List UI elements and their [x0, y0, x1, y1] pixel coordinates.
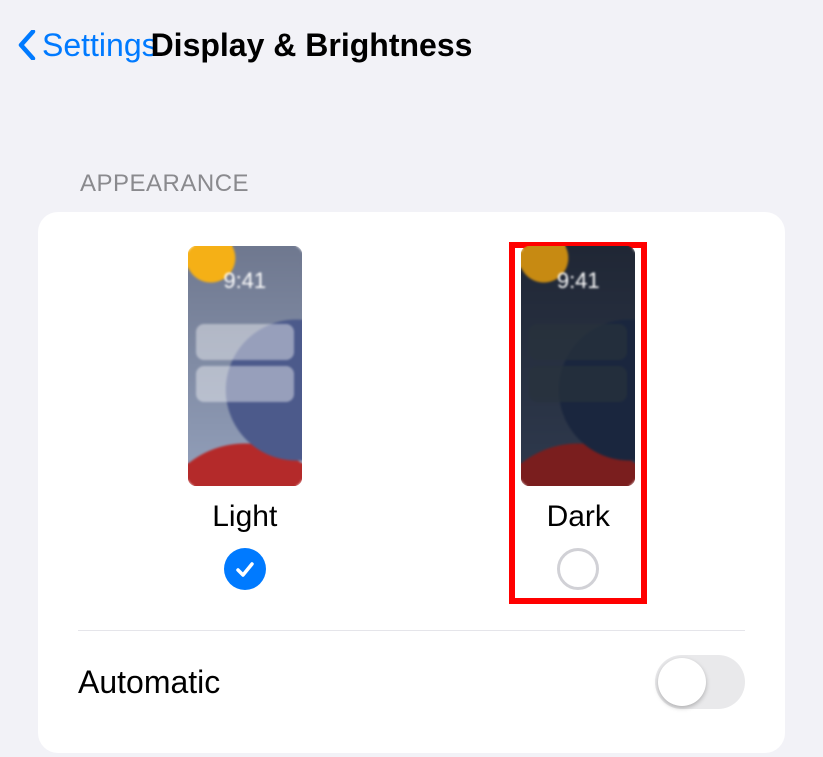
preview-dark: 9:41	[521, 246, 635, 486]
appearance-options: 9:41 Light 9:41 Dark	[78, 242, 745, 631]
preview-widget	[196, 324, 294, 360]
appearance-card: 9:41 Light 9:41 Dark Automatic	[38, 212, 785, 753]
preview-widget	[529, 324, 627, 360]
back-button[interactable]: Settings	[18, 27, 158, 64]
checkmark-icon	[233, 557, 257, 581]
radio-light[interactable]	[224, 548, 266, 590]
option-light-label: Light	[212, 500, 277, 534]
toggle-knob	[658, 658, 706, 706]
back-label: Settings	[42, 27, 158, 64]
preview-widget	[529, 366, 627, 402]
chevron-left-icon	[18, 30, 36, 60]
preview-light: 9:41	[188, 246, 302, 486]
radio-dark[interactable]	[557, 548, 599, 590]
preview-time: 9:41	[521, 268, 635, 294]
option-light[interactable]: 9:41 Light	[176, 242, 314, 604]
automatic-label: Automatic	[78, 664, 220, 701]
automatic-row: Automatic	[78, 631, 745, 733]
option-dark[interactable]: 9:41 Dark	[509, 242, 647, 604]
section-header-appearance: APPEARANCE	[0, 86, 823, 212]
preview-time: 9:41	[188, 268, 302, 294]
option-dark-label: Dark	[547, 500, 610, 534]
preview-widget	[196, 366, 294, 402]
automatic-toggle[interactable]	[655, 655, 745, 709]
nav-bar: Settings Display & Brightness	[0, 0, 823, 86]
